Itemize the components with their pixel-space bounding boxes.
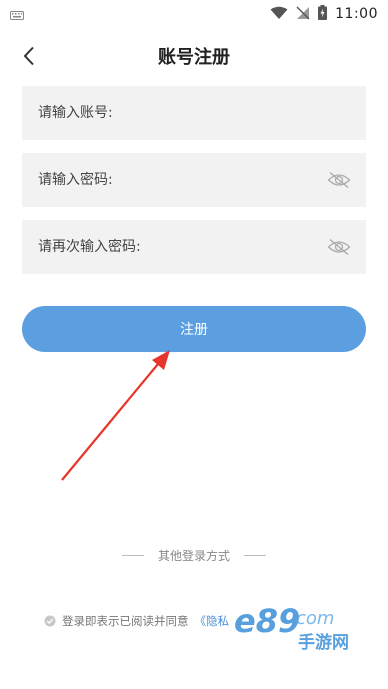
- eye-off-icon[interactable]: [326, 237, 352, 257]
- eye-off-icon[interactable]: [326, 170, 352, 190]
- keyboard-icon: [10, 5, 24, 24]
- watermark-suffix: com: [296, 608, 334, 629]
- header: 账号注册: [0, 36, 388, 76]
- check-circle-icon: [44, 615, 56, 626]
- site-watermark: e89 com 手游网: [234, 602, 349, 653]
- battery-charging-icon: [318, 4, 328, 24]
- confirm-password-field[interactable]: [22, 220, 366, 274]
- watermark-subtitle: 手游网: [298, 632, 349, 653]
- chevron-left-icon: [23, 46, 34, 66]
- status-right: 11:00: [270, 4, 378, 24]
- divider: [121, 554, 144, 556]
- status-left: [10, 5, 24, 24]
- status-time: 11:00: [335, 6, 378, 22]
- password-field[interactable]: [22, 153, 366, 207]
- watermark-brand: e89: [234, 602, 300, 640]
- register-button[interactable]: 注册: [22, 306, 366, 352]
- privacy-policy-link[interactable]: 《隐私: [195, 613, 230, 629]
- password-input[interactable]: [36, 171, 326, 189]
- confirm-password-input[interactable]: [36, 238, 326, 256]
- account-field[interactable]: [22, 86, 366, 140]
- other-login-section: 其他登录方式: [0, 545, 388, 565]
- account-input[interactable]: [36, 104, 352, 122]
- page-title: 账号注册: [158, 47, 230, 68]
- divider: [244, 554, 266, 556]
- agree-checkbox[interactable]: [44, 612, 56, 631]
- status-bar: 11:00: [0, 0, 388, 28]
- back-button[interactable]: [14, 42, 44, 70]
- wifi-icon: [270, 5, 288, 24]
- other-login-label: 其他登录方式: [157, 548, 230, 563]
- agreement-row: 登录即表示已阅读并同意 《隐私: [44, 611, 229, 631]
- agreement-text: 登录即表示已阅读并同意: [62, 614, 189, 628]
- no-signal-icon: [296, 5, 310, 24]
